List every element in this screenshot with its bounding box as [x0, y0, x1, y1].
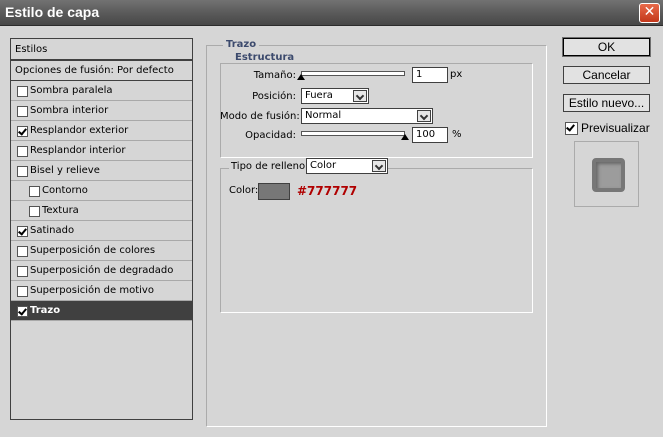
fill-type-label: Tipo de relleno: — [229, 161, 311, 172]
color-hex-value: #777777 — [297, 184, 358, 198]
preview-checkbox[interactable] — [565, 122, 578, 135]
style-item-label: Superposición de degradado — [30, 265, 174, 276]
style-item[interactable]: Superposición de degradado — [11, 261, 192, 281]
close-icon: ✕ — [643, 4, 656, 20]
preview-thumbnail — [592, 158, 625, 192]
style-item[interactable]: Contorno — [11, 181, 192, 201]
style-item[interactable]: Superposición de colores — [11, 241, 192, 261]
style-item-label: Sombra paralela — [30, 85, 113, 96]
style-item[interactable]: Textura — [11, 201, 192, 221]
style-item-label: Superposición de colores — [30, 245, 156, 256]
style-item[interactable]: Resplandor exterior — [11, 121, 192, 141]
style-item[interactable]: Trazo — [11, 301, 192, 321]
size-label: Tamaño: — [253, 70, 296, 81]
style-item[interactable]: Sombra interior — [11, 101, 192, 121]
style-item-label: Resplandor exterior — [30, 125, 129, 136]
ok-button[interactable]: OK — [563, 38, 650, 56]
dialog-body: Estilos Opciones de fusión: Por defecto … — [0, 26, 663, 437]
style-item[interactable]: Satinado — [11, 221, 192, 241]
color-swatch[interactable] — [258, 183, 290, 200]
opacity-input[interactable]: 100 — [412, 127, 448, 143]
style-item-label: Satinado — [30, 225, 75, 236]
close-button[interactable]: ✕ — [639, 3, 660, 23]
chevron-down-icon — [417, 110, 431, 122]
stroke-group-title: Trazo — [223, 39, 260, 50]
preview-label: Previsualizar — [581, 121, 650, 135]
blend-options-item[interactable]: Opciones de fusión: Por defecto — [11, 60, 192, 81]
title-bar: Estilo de capa ✕ — [0, 0, 663, 26]
style-item[interactable]: Resplandor interior — [11, 141, 192, 161]
position-select[interactable]: Fuera — [301, 88, 369, 104]
preview-box — [574, 141, 639, 207]
style-item-checkbox[interactable] — [17, 146, 28, 157]
size-unit: px — [450, 69, 463, 80]
style-item-checkbox[interactable] — [17, 106, 28, 117]
preview-checkbox-row[interactable]: Previsualizar — [565, 121, 655, 137]
style-item-checkbox[interactable] — [17, 126, 28, 137]
opacity-unit: % — [452, 129, 462, 140]
opacity-slider-thumb[interactable] — [401, 134, 409, 140]
style-item-label: Trazo — [30, 305, 61, 316]
style-item[interactable]: Sombra paralela — [11, 81, 192, 101]
style-item-label: Bisel y relieve — [30, 165, 100, 176]
style-item-label: Sombra interior — [30, 105, 109, 116]
position-value: Fuera — [305, 90, 333, 101]
blend-mode-value: Normal — [305, 110, 342, 121]
opacity-slider[interactable] — [301, 131, 405, 136]
styles-list: Estilos Opciones de fusión: Por defecto … — [10, 38, 193, 420]
new-style-button[interactable]: Estilo nuevo... — [563, 94, 650, 112]
style-item-label: Contorno — [42, 185, 88, 196]
style-item-checkbox[interactable] — [17, 266, 28, 277]
style-item-label: Superposición de motivo — [30, 285, 154, 296]
style-item-checkbox[interactable] — [29, 206, 40, 217]
fill-type-select[interactable]: Color — [306, 158, 388, 174]
size-input[interactable]: 1 — [412, 67, 448, 83]
fill-type-value: Color — [310, 160, 337, 171]
structure-group-title: Estructura — [232, 52, 298, 63]
size-slider-thumb[interactable] — [297, 74, 305, 80]
style-item-checkbox[interactable] — [29, 186, 40, 197]
style-item-label: Resplandor interior — [30, 145, 126, 156]
style-item-checkbox[interactable] — [17, 166, 28, 177]
style-item-checkbox[interactable] — [17, 246, 28, 257]
size-slider[interactable] — [301, 71, 405, 76]
chevron-down-icon — [372, 160, 386, 172]
blend-mode-select[interactable]: Normal — [301, 108, 433, 124]
style-item-label: Textura — [42, 205, 79, 216]
style-item-checkbox[interactable] — [17, 306, 28, 317]
window-title: Estilo de capa — [5, 4, 100, 20]
styles-header[interactable]: Estilos — [11, 39, 192, 60]
cancel-button[interactable]: Cancelar — [563, 66, 650, 84]
opacity-label: Opacidad: — [245, 130, 296, 141]
style-item[interactable]: Superposición de motivo — [11, 281, 192, 301]
position-label: Posición: — [252, 91, 296, 102]
style-item[interactable]: Bisel y relieve — [11, 161, 192, 181]
style-item-checkbox[interactable] — [17, 286, 28, 297]
chevron-down-icon — [353, 90, 367, 102]
color-label: Color: — [229, 185, 259, 196]
style-item-checkbox[interactable] — [17, 226, 28, 237]
blend-mode-label: Modo de fusión: — [220, 111, 300, 122]
style-item-checkbox[interactable] — [17, 86, 28, 97]
